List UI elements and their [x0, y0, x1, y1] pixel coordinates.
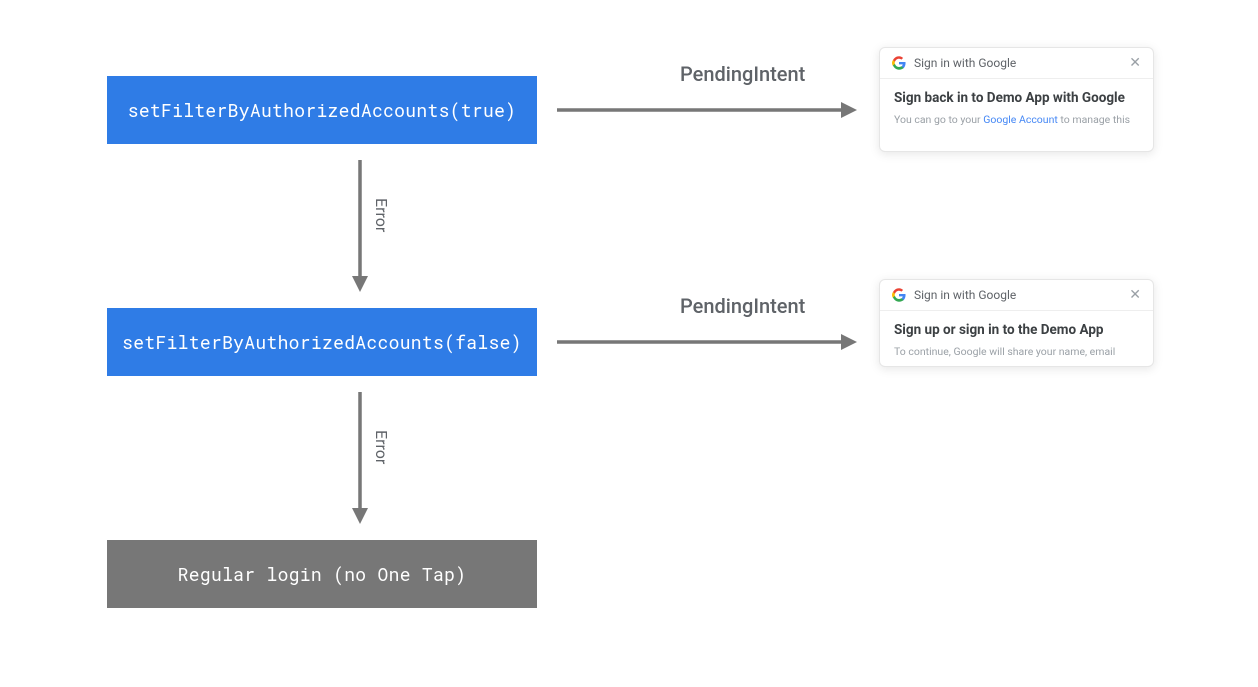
arrow-right-1 — [557, 98, 857, 122]
panel2-title: Sign up or sign in to the Demo App — [894, 321, 1139, 339]
panel1-header: Sign in with Google ✕ — [880, 48, 1153, 79]
step3-box: Regular login (no One Tap) — [107, 540, 537, 608]
arrow-down-2 — [348, 392, 372, 524]
panel-signin-back: Sign in with Google ✕ Sign back in to De… — [879, 47, 1154, 152]
panel1-title: Sign back in to Demo App with Google — [894, 89, 1139, 107]
panel2-sub: To continue, Google will share your name… — [894, 345, 1139, 360]
arrow-right-2 — [557, 330, 857, 354]
panel2-body: Sign up or sign in to the Demo App To co… — [880, 311, 1153, 367]
step2-box: setFilterByAuthorizedAccounts(false) — [107, 308, 537, 376]
panel2-close-icon[interactable]: ✕ — [1129, 288, 1141, 302]
arrow-down-2-label: Error — [372, 430, 391, 464]
arrow-right-1-label: PendingIntent — [680, 62, 805, 86]
google-logo-icon — [892, 56, 906, 70]
arrow-down-1-label: Error — [372, 198, 391, 232]
google-account-link[interactable]: Google Account — [983, 113, 1058, 126]
panel-signup: Sign in with Google ✕ Sign up or sign in… — [879, 279, 1154, 367]
panel1-header-text: Sign in with Google — [914, 56, 1016, 70]
panel1-sub: You can go to your Google Account to man… — [894, 113, 1139, 128]
panel1-close-icon[interactable]: ✕ — [1129, 56, 1141, 70]
step3-label: Regular login (no One Tap) — [178, 562, 467, 586]
panel2-header-text: Sign in with Google — [914, 288, 1016, 302]
step1-label: setFilterByAuthorizedAccounts(true) — [128, 98, 517, 122]
arrow-down-1 — [348, 160, 372, 292]
panel2-header: Sign in with Google ✕ — [880, 280, 1153, 311]
arrow-right-2-label: PendingIntent — [680, 294, 805, 318]
google-logo-icon — [892, 288, 906, 302]
panel1-body: Sign back in to Demo App with Google You… — [880, 79, 1153, 136]
step1-box: setFilterByAuthorizedAccounts(true) — [107, 76, 537, 144]
step2-label: setFilterByAuthorizedAccounts(false) — [122, 330, 522, 354]
